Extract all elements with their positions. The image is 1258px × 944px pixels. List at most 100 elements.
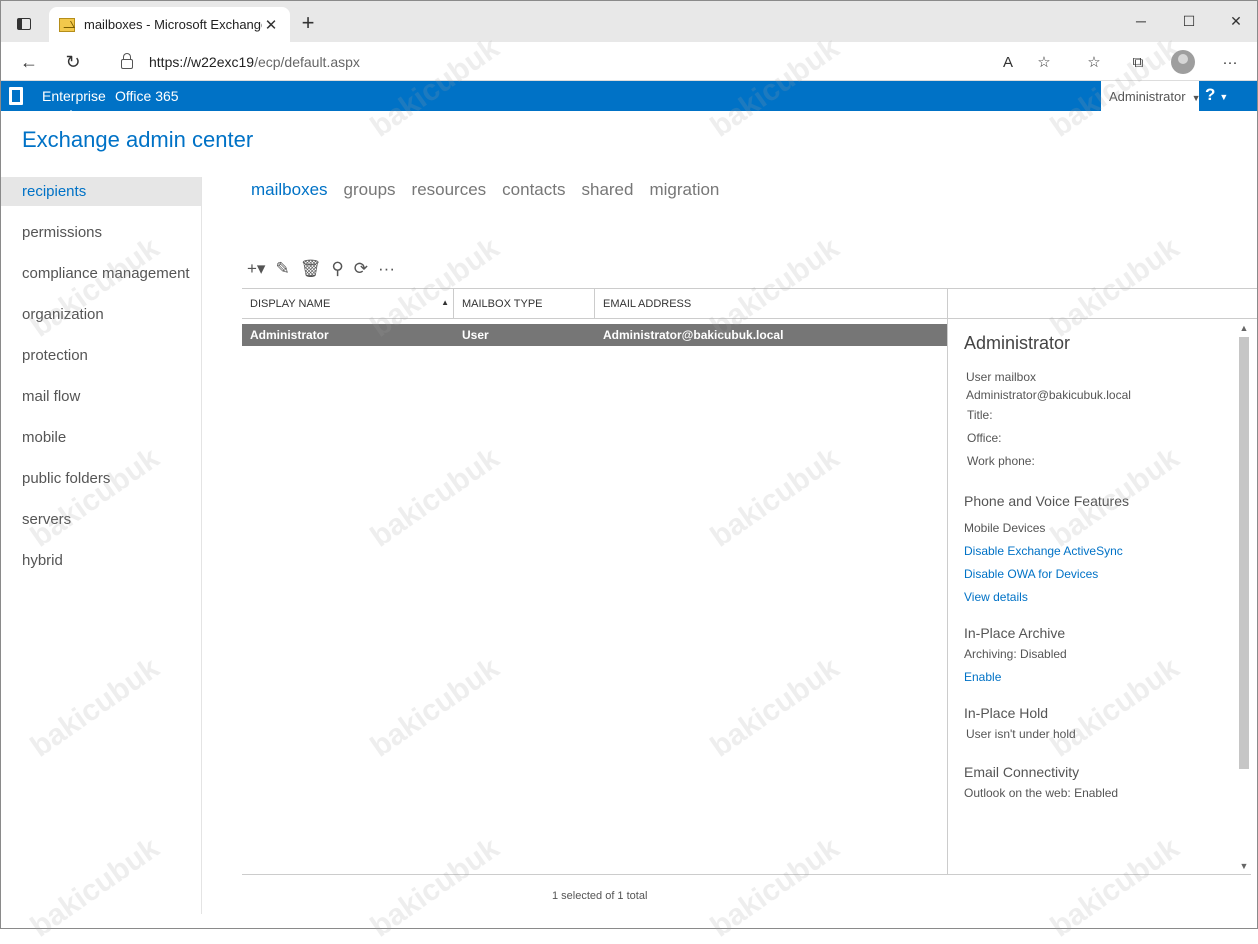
hold-status: User isn't under hold (966, 727, 1076, 741)
watermark-text: bakicubuk (1044, 831, 1186, 944)
collections-icon[interactable]: ⧉ (1125, 49, 1151, 75)
search-icon[interactable]: ⚲ (331, 257, 343, 281)
list-toolbar: +▾ ✎ 🗑 ⚲ ⟳ ··· (247, 257, 405, 281)
details-header (947, 288, 1257, 319)
url-text: https://w22exc19/ecp/default.aspx (149, 53, 360, 70)
details-divider (947, 288, 948, 874)
cell-email-address: Administrator@bakicubuk.local (603, 328, 784, 342)
details-pane: Administrator User mailbox Administrator… (964, 333, 1232, 805)
cell-mailbox-type: User (462, 328, 489, 342)
scroll-up-icon[interactable]: ▲ (1237, 321, 1251, 335)
tab-groups[interactable]: groups (344, 180, 396, 200)
tab-title: mailboxes - Microsoft Exchange (84, 17, 262, 32)
browser-menu-icon[interactable]: ··· (1217, 49, 1243, 75)
scroll-down-icon[interactable]: ▼ (1237, 859, 1251, 873)
exchange-favicon-icon (59, 17, 75, 32)
help-icon: ? (1205, 85, 1216, 104)
nav-item-mobile[interactable]: mobile (1, 423, 201, 452)
tab-actions-icon (17, 18, 31, 30)
watermark-text: bakicubuk (704, 831, 846, 944)
nav-item-protection[interactable]: protection (1, 341, 201, 370)
phone-voice-heading: Phone and Voice Features (964, 493, 1130, 509)
sort-ascending-icon: ▲ (441, 298, 449, 307)
details-work-phone-label: Work phone: (967, 454, 1035, 468)
hold-heading: In-Place Hold (964, 705, 1049, 721)
connectivity-heading: Email Connectivity (964, 764, 1080, 780)
more-options-icon[interactable]: ··· (378, 257, 395, 281)
details-title-label: Title: (967, 408, 993, 422)
address-bar[interactable]: https://w22exc19/ecp/default.aspx (109, 47, 969, 76)
watermark-text: bakicubuk (364, 831, 506, 944)
nav-item-permissions[interactable]: permissions (1, 218, 201, 247)
archive-heading: In-Place Archive (964, 625, 1066, 641)
cell-display-name: Administrator (250, 328, 329, 342)
selection-status: 1 selected of 1 total (552, 890, 648, 902)
enable-archive-link[interactable]: Enable (964, 666, 1232, 689)
add-favorite-icon[interactable]: ☆ (1031, 49, 1057, 75)
disable-owa-link[interactable]: Disable OWA for Devices (964, 563, 1232, 586)
left-navigation: recipients permissions compliance manage… (1, 177, 202, 914)
tab-migration[interactable]: migration (649, 180, 719, 200)
disable-activesync-link[interactable]: Disable Exchange ActiveSync (964, 540, 1232, 563)
user-menu[interactable]: Administrator ▼ (1101, 81, 1201, 111)
browser-window: mailboxes - Microsoft Exchange ✕ + ─ ☐ ✕… (0, 0, 1258, 944)
lock-icon (121, 52, 133, 69)
archiving-status: Archiving: Disabled (964, 647, 1067, 661)
details-scrollbar[interactable]: ▲ ▼ (1237, 321, 1251, 873)
nav-item-hybrid[interactable]: hybrid (1, 546, 201, 575)
enterprise-link[interactable]: Enterprise (42, 88, 106, 115)
details-email: Administrator@bakicubuk.local (966, 388, 1131, 402)
back-button[interactable]: ← (15, 48, 43, 76)
tab-contacts[interactable]: contacts (502, 180, 565, 200)
nav-item-compliance-management[interactable]: compliance management (1, 259, 201, 288)
o365-top-bar: Enterprise Office 365 Administrator ▼ ? ▼ (1, 81, 1257, 115)
chevron-down-icon: ▼ (1191, 93, 1201, 103)
profile-avatar[interactable] (1171, 50, 1195, 74)
details-name: Administrator (964, 333, 1071, 353)
add-icon[interactable]: +▾ (247, 257, 265, 281)
chevron-down-icon: ▼ (1219, 92, 1229, 102)
tab-mailboxes[interactable]: mailboxes (251, 180, 328, 200)
tab-close-icon[interactable]: ✕ (262, 16, 280, 34)
office365-link[interactable]: Office 365 (115, 88, 179, 104)
nav-item-organization[interactable]: organization (1, 300, 201, 329)
browser-tab-active[interactable]: mailboxes - Microsoft Exchange ✕ (49, 7, 290, 42)
details-mailbox-kind: User mailbox (966, 370, 1037, 384)
refresh-icon[interactable]: ⟳ (354, 257, 368, 281)
edit-icon[interactable]: ✎ (275, 257, 289, 281)
nav-item-mail-flow[interactable]: mail flow (1, 382, 201, 411)
owa-status: Outlook on the web: Enabled (964, 786, 1119, 800)
minimize-button[interactable]: ─ (1121, 9, 1161, 33)
watermark-text: bakicubuk (704, 651, 846, 764)
tab-actions-button[interactable] (11, 11, 37, 37)
tab-shared[interactable]: shared (581, 180, 633, 200)
maximize-button[interactable]: ☐ (1169, 9, 1209, 33)
column-header-mailbox-type[interactable]: MAILBOX TYPE (454, 289, 595, 318)
column-header-email-address[interactable]: EMAIL ADDRESS (595, 289, 948, 318)
nav-item-recipients[interactable]: recipients (1, 177, 201, 206)
window-close-button[interactable]: ✕ (1216, 9, 1256, 33)
help-menu[interactable]: ? ▼ (1205, 85, 1228, 105)
details-office-label: Office: (967, 431, 1002, 445)
reload-button[interactable]: ↻ (59, 48, 87, 76)
favorites-icon[interactable]: ☆ (1081, 49, 1107, 75)
watermark-text: bakicubuk (704, 441, 846, 554)
watermark-text: bakicubuk (364, 441, 506, 554)
footer-divider (242, 874, 1251, 875)
new-tab-button[interactable]: + (297, 12, 319, 34)
recipient-tabs: mailboxes groups resources contacts shar… (251, 180, 735, 200)
read-aloud-icon[interactable]: A (995, 49, 1021, 75)
view-details-link[interactable]: View details (964, 586, 1232, 609)
table-row[interactable]: Administrator User Administrator@bakicub… (242, 324, 948, 346)
mobile-devices-label: Mobile Devices (964, 521, 1046, 535)
office-logo-icon[interactable] (9, 87, 23, 105)
watermark-text: bakicubuk (364, 651, 506, 764)
delete-icon[interactable]: 🗑 (300, 257, 322, 281)
nav-item-servers[interactable]: servers (1, 505, 201, 534)
tab-resources[interactable]: resources (412, 180, 487, 200)
page-title: Exchange admin center (22, 127, 254, 152)
column-header-display-name[interactable]: DISPLAY NAME ▲ (242, 289, 454, 318)
grid-header: DISPLAY NAME ▲ MAILBOX TYPE EMAIL ADDRES… (242, 288, 948, 319)
nav-item-public-folders[interactable]: public folders (1, 464, 201, 493)
scroll-thumb[interactable] (1239, 337, 1249, 769)
